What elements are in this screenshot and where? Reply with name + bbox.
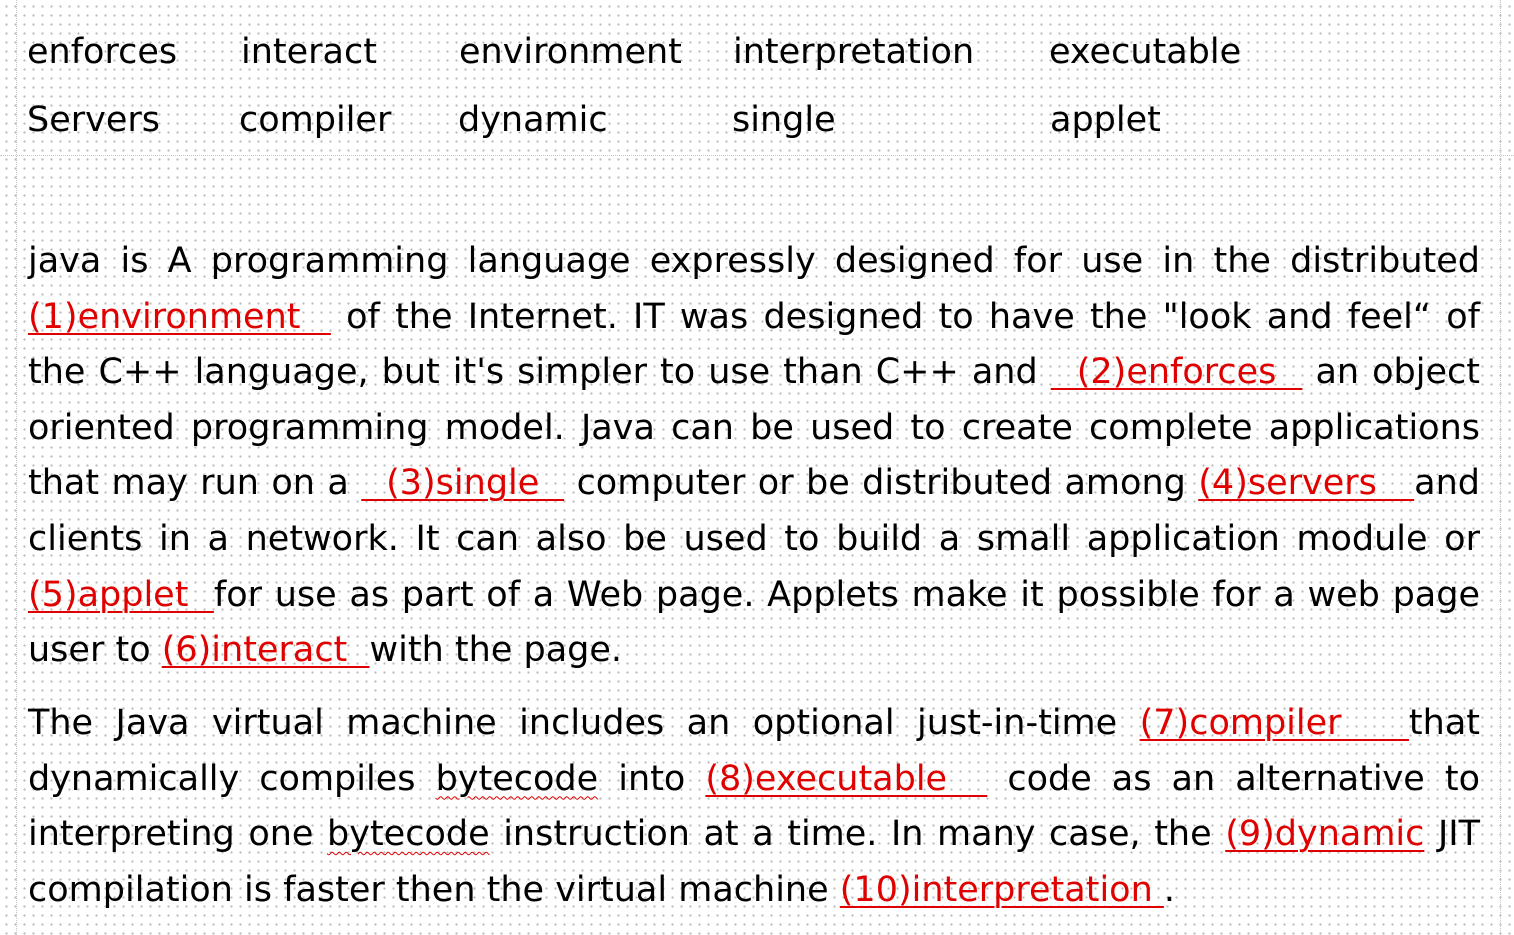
answer-blank-10: (10)interpretation [839,869,1164,910]
word-bank-item: executable [1049,32,1242,72]
answer-blank-6: (6)interact [161,630,370,671]
grid-line [16,0,17,935]
answer-blank-3: (3)single [361,463,565,504]
passage-text: computer or be distributed among [564,463,1199,504]
word-bank-item: compiler [239,100,392,140]
answer-blank-5: (5)applet [28,574,214,615]
answer-blank-2: (2)enforces [1050,352,1303,393]
passage-text: java is A programming language expressly… [28,241,1480,281]
word-bank-item: interpretation [733,32,975,72]
word-bank-item: dynamic [458,100,608,140]
word-bank-item: applet [1050,100,1161,140]
word-bank-item: enforces [27,32,178,72]
passage-text: with the page. [369,630,623,671]
word-bank-item: Servers [27,100,161,140]
grid-line [0,155,1514,156]
answer-blank-9: (9)dynamic [1225,814,1425,855]
grid-line [1500,0,1501,935]
passage-text: . [1163,869,1176,910]
passage-paragraph-2: The Java virtual machine includes an opt… [28,696,1480,918]
word-bank-item: environment [459,32,682,72]
spellcheck-word: bytecode [327,814,490,855]
answer-blank-1: (1)environment [28,296,331,337]
answer-blank-4: (4)servers [1198,463,1415,504]
passage-text: into [598,758,706,799]
passage-text: instruction at a time. In many case, the [489,814,1226,855]
answer-blank-7: (7)compiler [1139,703,1409,743]
passage-paragraph-1: java is A programming language expressly… [28,234,1480,679]
spellcheck-word: bytecode [435,758,599,799]
answer-blank-8: (8)executable [705,758,988,799]
word-bank-item: single [732,100,836,140]
passage-text: The Java virtual machine includes an opt… [28,703,1140,743]
word-bank-item: interact [241,32,377,72]
